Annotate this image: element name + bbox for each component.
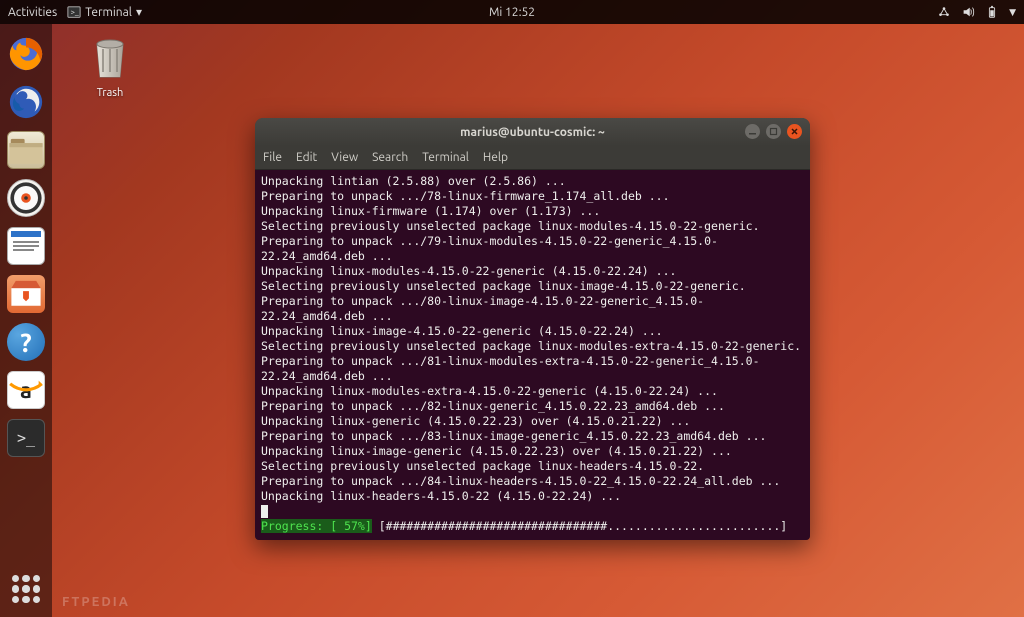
menu-terminal[interactable]: Terminal	[422, 151, 469, 164]
volume-icon[interactable]	[961, 5, 975, 19]
rhythmbox-icon[interactable]	[4, 176, 48, 220]
progress-bar: [################################.......…	[379, 519, 788, 533]
active-app-indicator[interactable]: >_ Terminal ▾	[67, 5, 142, 19]
trash-desktop-icon[interactable]: Trash	[80, 34, 140, 99]
menu-edit[interactable]: Edit	[296, 151, 317, 164]
writer-icon[interactable]	[4, 224, 48, 268]
show-applications-button[interactable]	[12, 575, 40, 603]
network-icon[interactable]	[937, 5, 951, 19]
clock[interactable]: Mi 12:52	[489, 6, 535, 19]
amazon-icon[interactable]: a	[4, 368, 48, 412]
terminal-indicator-icon: >_	[67, 5, 81, 19]
trash-label: Trash	[80, 87, 140, 99]
chevron-down-icon: ▾	[136, 5, 142, 19]
terminal-window: marius@ubuntu-cosmic: ~ File Edit View S…	[255, 118, 810, 540]
chevron-down-icon[interactable]: ▼	[1009, 7, 1016, 18]
window-titlebar[interactable]: marius@ubuntu-cosmic: ~	[255, 118, 810, 146]
terminal-menubar: File Edit View Search Terminal Help	[255, 146, 810, 170]
terminal-icon[interactable]: >_	[4, 416, 48, 460]
help-icon[interactable]: ?	[4, 320, 48, 364]
top-menu-bar: Activities >_ Terminal ▾ Mi 12:52 ▼	[0, 0, 1024, 24]
menu-help[interactable]: Help	[483, 151, 508, 164]
activities-button[interactable]: Activities	[8, 6, 57, 19]
thunderbird-icon[interactable]	[4, 80, 48, 124]
trash-icon	[89, 34, 131, 80]
svg-text:>_: >_	[71, 9, 79, 17]
terminal-output[interactable]: Unpacking lintian (2.5.88) over (2.5.86)…	[255, 170, 810, 540]
active-app-label: Terminal	[85, 6, 132, 19]
menu-view[interactable]: View	[331, 151, 358, 164]
progress-label: Progress: [ 57%]	[261, 519, 372, 533]
menu-search[interactable]: Search	[372, 151, 408, 164]
battery-icon[interactable]	[985, 5, 999, 19]
software-icon[interactable]	[4, 272, 48, 316]
watermark-text: FTPEDIA	[62, 595, 130, 609]
window-minimize-button[interactable]	[745, 124, 760, 139]
files-icon[interactable]	[4, 128, 48, 172]
dock-launcher: ? a >_	[0, 24, 52, 617]
window-maximize-button[interactable]	[766, 124, 781, 139]
terminal-cursor	[261, 505, 268, 518]
menu-file[interactable]: File	[263, 151, 282, 164]
window-close-button[interactable]	[787, 124, 802, 139]
window-title: marius@ubuntu-cosmic: ~	[460, 126, 605, 139]
firefox-icon[interactable]	[4, 32, 48, 76]
